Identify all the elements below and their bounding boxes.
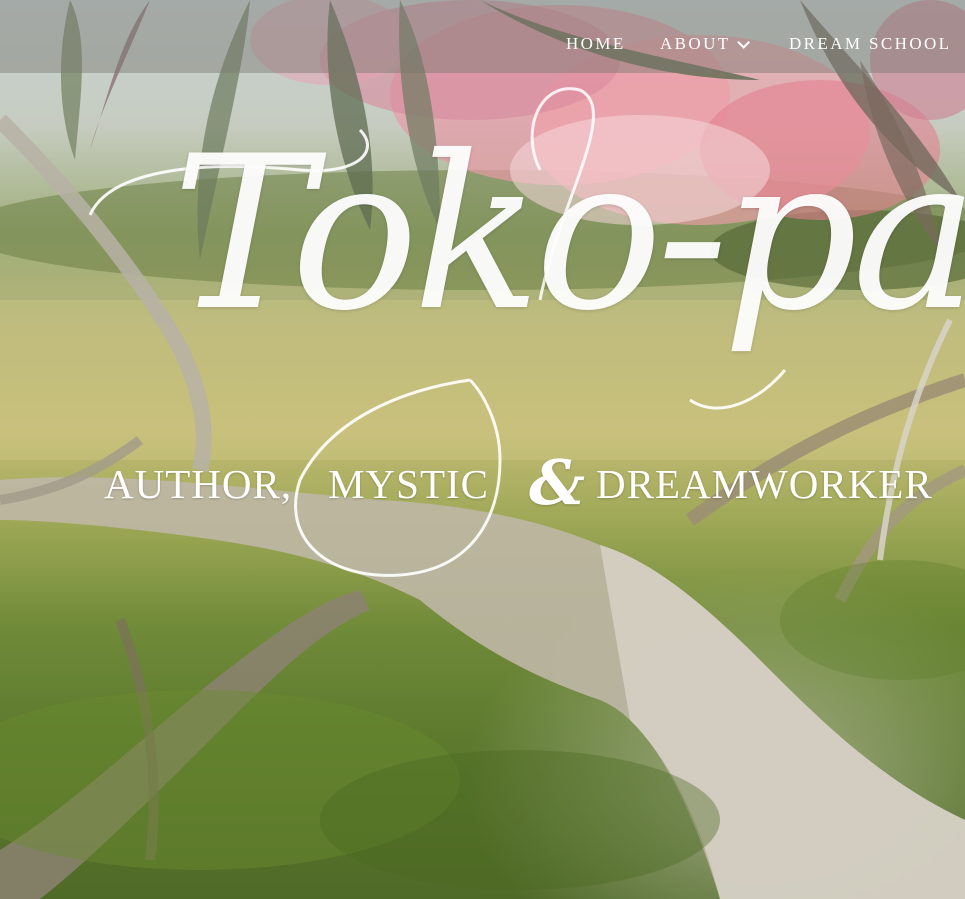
main-nav: HOME ABOUT DREAM SCHOOL xyxy=(566,34,951,54)
hero-banner: HOME ABOUT DREAM SCHOOL Toko-pa AUTHOR, M… xyxy=(0,0,965,899)
nav-item-about[interactable]: ABOUT xyxy=(660,34,789,54)
nav-item-label: DREAM SCHOOL xyxy=(789,34,952,53)
nav-item-home[interactable]: HOME xyxy=(566,34,660,54)
tagline-dreamworker: DREAMWORKER xyxy=(595,461,933,507)
tagline-mystic: MYSTIC xyxy=(328,461,489,507)
chevron-down-icon xyxy=(736,35,750,49)
tagline-author: AUTHOR, xyxy=(104,461,293,507)
site-logo-script[interactable]: Toko-pa xyxy=(172,128,965,340)
site-tagline: AUTHOR, MYSTIC & DREAMWORKER xyxy=(104,446,932,519)
tagline-ampersand: & xyxy=(529,446,586,519)
nav-item-label: ABOUT xyxy=(660,34,731,53)
nav-item-label: HOME xyxy=(566,34,626,53)
nav-item-dream-school[interactable]: DREAM SCHOOL xyxy=(789,34,951,54)
